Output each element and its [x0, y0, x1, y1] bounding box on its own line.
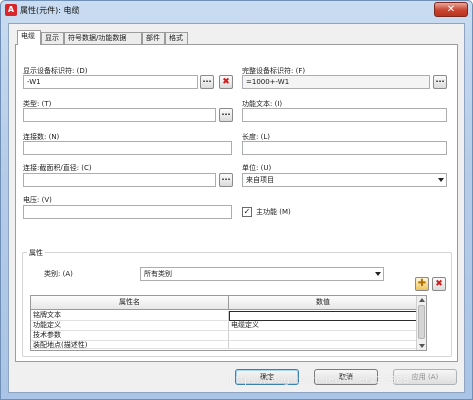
tab-display[interactable]: 显示 [41, 32, 64, 44]
tab-format[interactable]: 格式 [165, 32, 188, 44]
voltage-label: 电压: (V) [23, 196, 52, 204]
table-row-name[interactable]: 铭牌文本 [31, 311, 229, 321]
table-row-value[interactable]: 电缆定义 [229, 321, 417, 331]
category-label: 类别: (A) [44, 270, 73, 278]
scroll-thumb[interactable] [418, 305, 425, 339]
cross-section-input[interactable] [23, 173, 216, 187]
properties-dialog: A 属性(元件): 电缆 ✕ 电缆 显示 符号数据/功能数据 部件 格式 显示设… [0, 0, 473, 400]
category-select-value: 所有类别 [144, 270, 172, 278]
tab-parts[interactable]: 部件 [142, 32, 165, 44]
length-input[interactable] [242, 141, 447, 155]
properties-group: 属性 类别: (A) 所有类别 ✚ ✖ 属性名 数值 铭牌文本 功能定义 电缆定… [22, 248, 452, 357]
type-browse-button[interactable]: ... [219, 108, 233, 122]
scroll-down-icon[interactable] [419, 344, 425, 348]
table-row-value[interactable] [229, 341, 417, 349]
table-row-name[interactable]: 技术参数 [31, 331, 229, 341]
conductors-input[interactable] [23, 141, 232, 155]
unit-label: 单位: (U) [242, 164, 272, 172]
close-button[interactable]: ✕ [434, 2, 468, 17]
full-id-browse-button[interactable]: ... [433, 75, 447, 89]
chevron-down-icon [375, 272, 381, 276]
cross-section-label: 连接:截面积/直径: (C) [23, 164, 92, 172]
title-bar[interactable]: A 属性(元件): 电缆 ✕ [1, 1, 472, 21]
display-id-browse-button[interactable]: ... [200, 75, 214, 89]
voltage-input[interactable] [23, 205, 232, 219]
table-scrollbar[interactable] [416, 296, 426, 350]
display-id-input[interactable]: -W1 [23, 75, 198, 89]
table-row-value[interactable] [229, 311, 417, 321]
cross-section-browse-button[interactable]: ... [219, 173, 233, 187]
column-header-name[interactable]: 属性名 [31, 296, 229, 310]
category-select[interactable]: 所有类别 [140, 267, 384, 281]
tab-cable[interactable]: 电缆 [17, 30, 41, 45]
scroll-up-icon[interactable] [419, 298, 425, 302]
properties-group-title: 属性 [27, 248, 45, 258]
main-function-checkbox[interactable]: ✓ [242, 207, 252, 217]
app-icon: A [5, 4, 17, 16]
watermark-text: https://blog.csdn.net/haier123888 [229, 375, 410, 386]
add-property-button[interactable]: ✚ [415, 277, 429, 291]
unit-select[interactable]: 来自项目 [242, 173, 447, 187]
function-text-input[interactable] [242, 108, 447, 122]
table-row-name[interactable]: 装配地点(描述性) [31, 341, 229, 349]
unit-select-value: 来自项目 [246, 176, 274, 184]
table-row-name[interactable]: 功能定义 [31, 321, 229, 331]
display-id-delete-button[interactable]: ✖ [219, 75, 233, 89]
window-title: 属性(元件): 电缆 [20, 6, 80, 15]
dialog-body: 电缆 显示 符号数据/功能数据 部件 格式 显示设备标识符: (D) -W1 .… [8, 23, 465, 393]
chevron-down-icon [438, 178, 444, 182]
properties-table: 属性名 数值 铭牌文本 功能定义 电缆定义 技术参数 装配地点(描述性) [30, 295, 427, 351]
column-header-value[interactable]: 数值 [229, 296, 417, 310]
type-input[interactable] [23, 108, 216, 122]
tab-symbol-function-data[interactable]: 符号数据/功能数据 [64, 32, 142, 44]
full-id-input[interactable]: =1000+-W1 [242, 75, 430, 89]
tab-panel-cable: 显示设备标识符: (D) -W1 ... ✖ 完整设备标识符: (F) =100… [15, 44, 458, 362]
delete-property-button[interactable]: ✖ [432, 277, 446, 291]
main-function-label: 主功能 (M) [256, 208, 291, 216]
table-row-value[interactable] [229, 331, 417, 341]
